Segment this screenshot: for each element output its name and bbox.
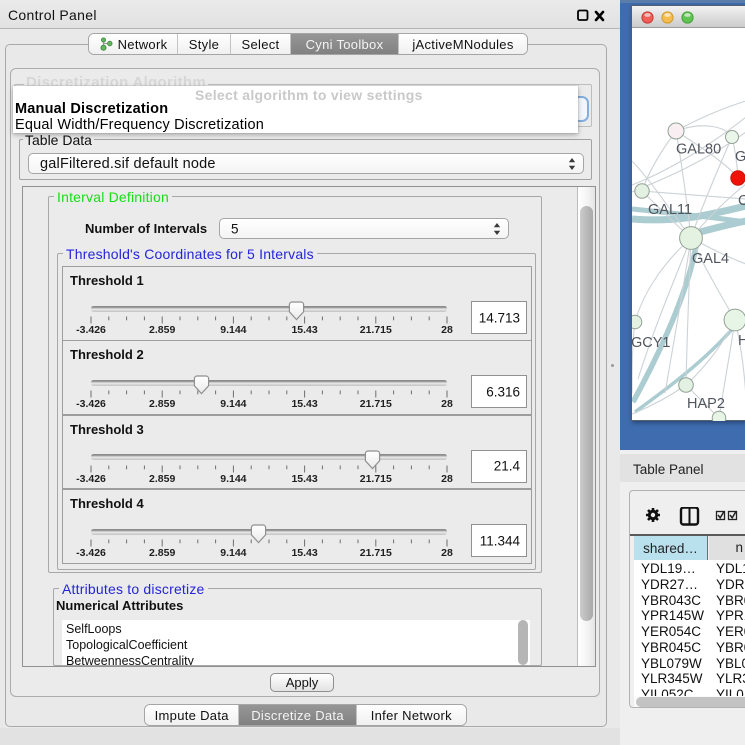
svg-text:GAL80: GAL80	[676, 142, 721, 158]
svg-text:GAL11: GAL11	[648, 202, 692, 218]
svg-text:HAP2: HAP2	[687, 396, 725, 412]
svg-text:GA: GA	[735, 149, 745, 165]
svg-text:C: C	[738, 193, 745, 209]
svg-text:GCY1: GCY1	[632, 335, 671, 351]
svg-text:H: H	[738, 333, 745, 349]
svg-text:GAL4: GAL4	[692, 251, 729, 267]
